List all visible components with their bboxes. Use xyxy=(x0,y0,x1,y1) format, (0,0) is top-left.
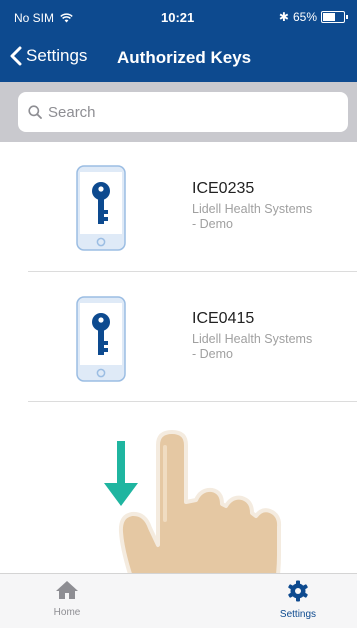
tab-home-label: Home xyxy=(53,607,81,618)
gear-icon xyxy=(288,580,308,602)
tab-home[interactable]: Home xyxy=(27,580,107,618)
pull-down-gesture xyxy=(104,430,282,627)
tab-settings[interactable]: Settings xyxy=(258,580,338,620)
home-icon xyxy=(56,581,78,599)
down-arrow-icon xyxy=(104,441,138,506)
tab-settings-label: Settings xyxy=(279,609,317,620)
tab-bar: Home Settings xyxy=(0,573,357,628)
